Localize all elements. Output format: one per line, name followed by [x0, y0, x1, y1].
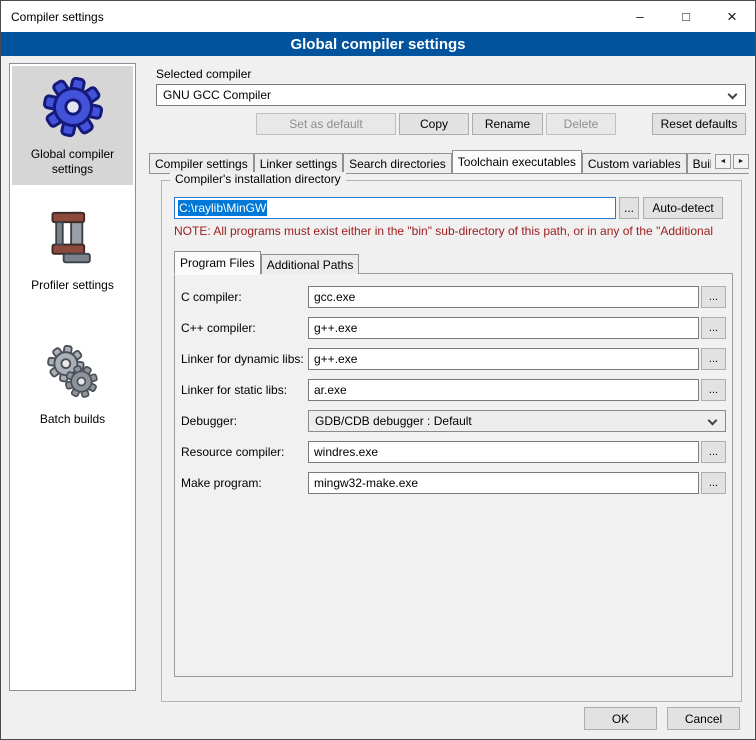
install-dir-selected-text: C:\raylib\MinGW — [178, 200, 267, 216]
chevron-down-icon — [728, 90, 738, 100]
toolchain-subtabs: Program Files Additional Paths — [174, 251, 733, 274]
maximize-button[interactable]: □ — [663, 1, 709, 32]
browse-make-program-button[interactable]: ... — [701, 472, 726, 494]
field-row-cpp-compiler: C++ compiler: ... — [181, 317, 726, 339]
cpp-compiler-input[interactable] — [308, 317, 699, 339]
browse-resource-compiler-button[interactable]: ... — [701, 441, 726, 463]
tab-scroll-left-button[interactable]: ◄ — [715, 154, 731, 169]
set-as-default-button[interactable]: Set as default — [256, 113, 396, 135]
page-title: Global compiler settings — [1, 32, 755, 56]
tab-search-directories[interactable]: Search directories — [343, 153, 452, 173]
field-row-linker-dynamic: Linker for dynamic libs: ... — [181, 348, 726, 370]
resource-compiler-input[interactable] — [308, 441, 699, 463]
main-content: Selected compiler GNU GCC Compiler Set a… — [149, 61, 749, 702]
tab-scroll-buttons: ◄ ► — [715, 154, 749, 169]
subtab-additional-paths[interactable]: Additional Paths — [261, 254, 360, 274]
program-files-panel: C compiler: ... C++ compiler: ... Linker… — [174, 273, 733, 677]
tab-scroll-right-button[interactable]: ► — [733, 154, 749, 169]
groupbox-legend: Compiler's installation directory — [170, 172, 346, 186]
installation-directory-groupbox: Compiler's installation directory C:\ray… — [161, 180, 742, 702]
installation-directory-row: C:\raylib\MinGW ... Auto-detect — [174, 197, 733, 219]
field-row-c-compiler: C compiler: ... — [181, 286, 726, 308]
gray-gears-icon — [41, 341, 105, 403]
debugger-combobox[interactable]: GDB/CDB debugger : Default — [308, 410, 726, 432]
c-compiler-input[interactable] — [308, 286, 699, 308]
field-label: C++ compiler: — [181, 321, 308, 335]
ok-button[interactable]: OK — [584, 707, 657, 730]
browse-cpp-compiler-button[interactable]: ... — [701, 317, 726, 339]
field-label: Resource compiler: — [181, 445, 308, 459]
field-label: Linker for static libs: — [181, 383, 308, 397]
field-row-make-program: Make program: ... — [181, 472, 726, 494]
browse-linker-dynamic-button[interactable]: ... — [701, 348, 726, 370]
blue-gear-icon — [41, 76, 105, 138]
tab-toolchain-executables[interactable]: Toolchain executables — [452, 150, 582, 173]
reset-defaults-button[interactable]: Reset defaults — [652, 113, 746, 135]
rename-button[interactable]: Rename — [472, 113, 543, 135]
install-dir-input[interactable]: C:\raylib\MinGW — [174, 197, 616, 219]
tab-build-options[interactable]: Build — [687, 153, 711, 173]
chevron-down-icon — [708, 416, 718, 426]
selected-compiler-label: Selected compiler — [156, 67, 749, 81]
settings-sidebar: Global compiler settings Profiler settin… — [9, 63, 136, 691]
compiler-settings-dialog: Compiler settings – □ × Global compiler … — [0, 0, 756, 740]
make-program-input[interactable] — [308, 472, 699, 494]
sidebar-item-batch-builds[interactable]: Batch builds — [12, 331, 133, 435]
cancel-button[interactable]: Cancel — [667, 707, 740, 730]
tab-linker-settings[interactable]: Linker settings — [254, 153, 343, 173]
linker-dynamic-input[interactable] — [308, 348, 699, 370]
browse-install-dir-button[interactable]: ... — [619, 197, 639, 219]
field-row-debugger: Debugger: GDB/CDB debugger : Default — [181, 410, 726, 432]
sidebar-item-global-compiler-settings[interactable]: Global compiler settings — [12, 66, 133, 185]
sidebar-item-label: Batch builds — [40, 412, 105, 427]
titlebar: Compiler settings – □ × — [1, 1, 755, 32]
tab-compiler-settings[interactable]: Compiler settings — [149, 153, 254, 173]
close-button[interactable]: × — [709, 1, 755, 32]
compiler-actions: Set as default Copy Rename Delete Reset … — [156, 113, 746, 135]
sidebar-item-label: Profiler settings — [31, 278, 114, 293]
linker-static-input[interactable] — [308, 379, 699, 401]
sidebar-item-profiler-settings[interactable]: Profiler settings — [12, 197, 133, 301]
note-text: NOTE: All programs must exist either in … — [174, 224, 733, 238]
subtab-program-files[interactable]: Program Files — [174, 251, 261, 275]
field-label: Debugger: — [181, 414, 308, 428]
tabs-scroll-area: Compiler settings Linker settings Search… — [149, 149, 711, 173]
field-label: Make program: — [181, 476, 308, 490]
compiler-combobox-value: GNU GCC Compiler — [163, 88, 271, 102]
clamp-tool-icon — [45, 207, 101, 269]
sidebar-item-label: Global compiler settings — [14, 147, 131, 177]
tab-custom-variables[interactable]: Custom variables — [582, 153, 687, 173]
browse-c-compiler-button[interactable]: ... — [701, 286, 726, 308]
field-label: Linker for dynamic libs: — [181, 352, 308, 366]
field-row-resource-compiler: Resource compiler: ... — [181, 441, 726, 463]
window-title: Compiler settings — [1, 10, 617, 24]
field-row-linker-static: Linker for static libs: ... — [181, 379, 726, 401]
minimize-button[interactable]: – — [617, 1, 663, 32]
settings-tabs: Compiler settings Linker settings Search… — [149, 149, 749, 174]
copy-button[interactable]: Copy — [399, 113, 469, 135]
delete-button[interactable]: Delete — [546, 113, 616, 135]
browse-linker-static-button[interactable]: ... — [701, 379, 726, 401]
debugger-combobox-value: GDB/CDB debugger : Default — [315, 414, 472, 428]
compiler-combobox[interactable]: GNU GCC Compiler — [156, 84, 746, 106]
field-label: C compiler: — [181, 290, 308, 304]
auto-detect-button[interactable]: Auto-detect — [643, 197, 723, 219]
